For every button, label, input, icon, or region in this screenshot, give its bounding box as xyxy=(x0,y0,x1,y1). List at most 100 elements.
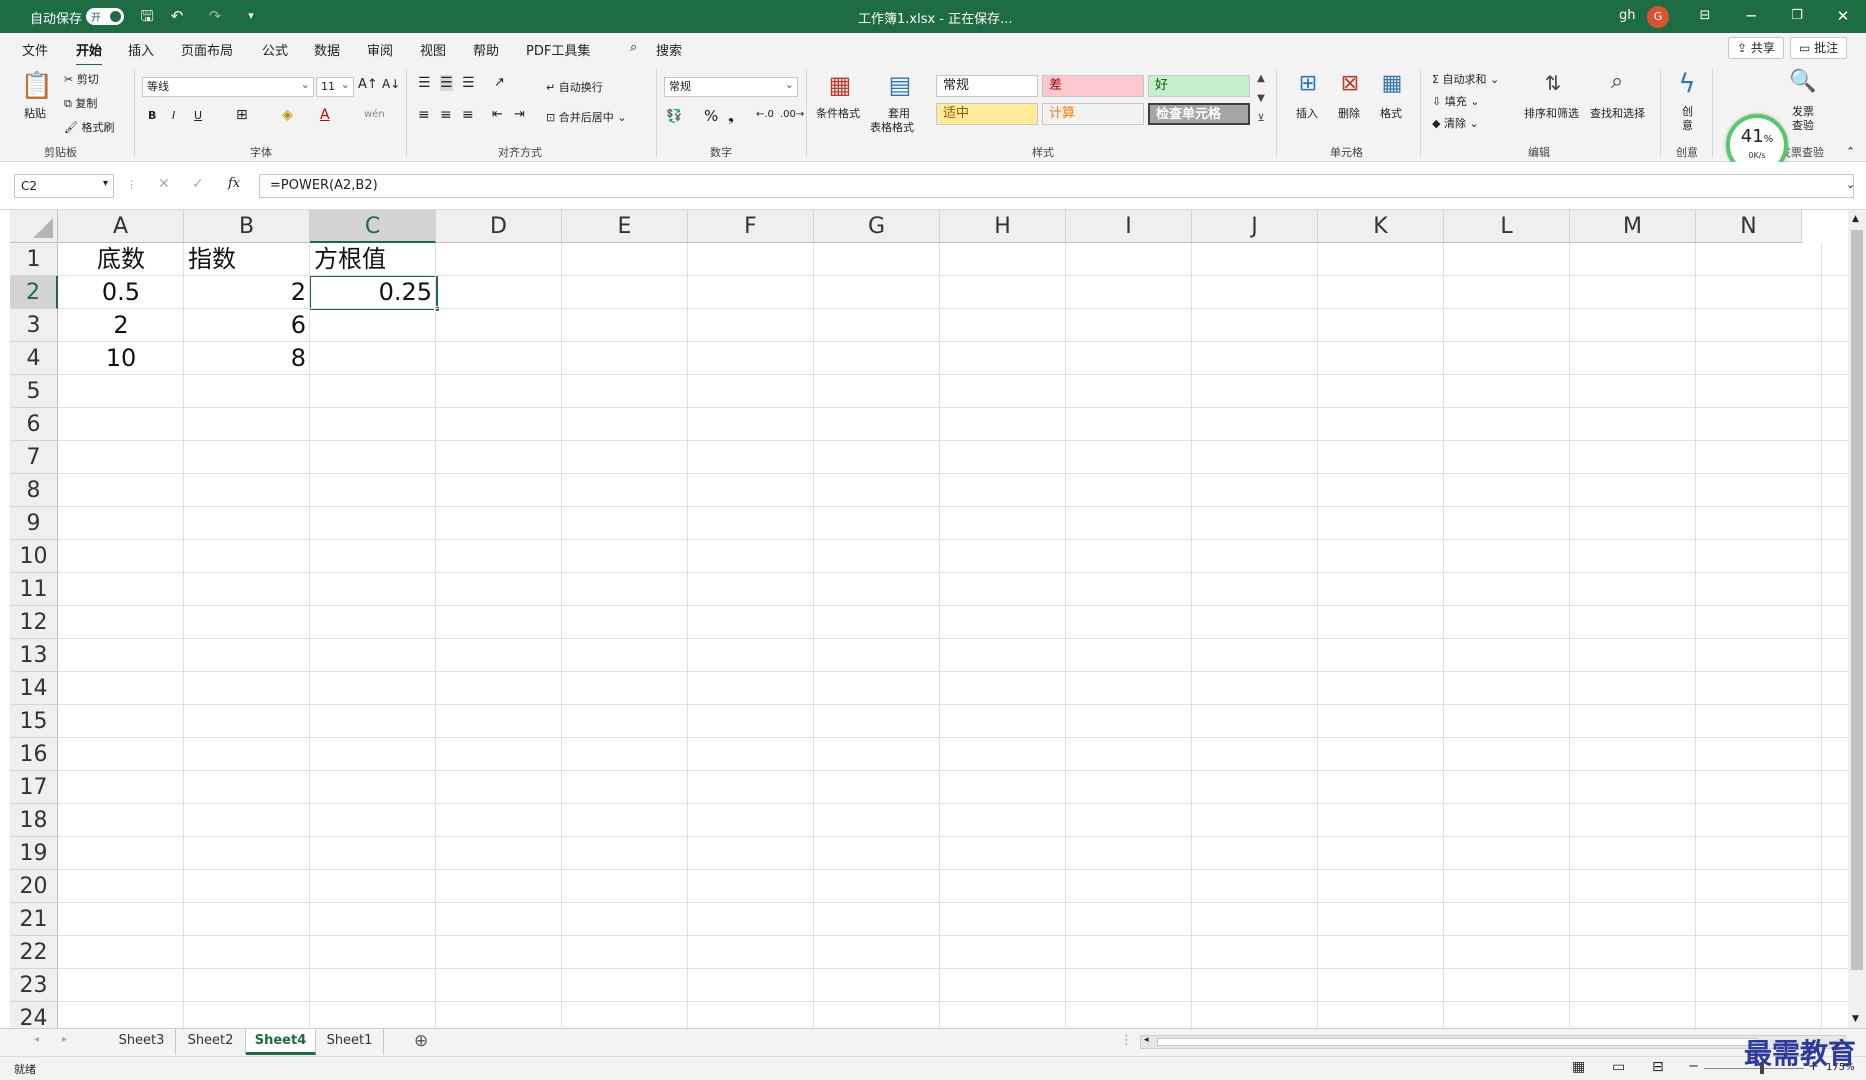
scroll-up-icon[interactable]: ▲ xyxy=(1852,214,1859,224)
autosum-button[interactable]: Σ 自动求和 ⌄ xyxy=(1432,71,1499,87)
column-header-k[interactable]: K xyxy=(1318,210,1444,243)
number-format-select[interactable]: 常规 xyxy=(664,76,798,97)
autosave-toggle[interactable]: 开 xyxy=(86,8,124,25)
underline-button[interactable]: U xyxy=(194,109,202,122)
cell-C1[interactable]: 方根值 xyxy=(310,243,436,276)
tab-pdf-tools[interactable]: PDF工具集 xyxy=(526,40,590,59)
name-box[interactable]: C2 xyxy=(14,174,114,198)
invoice-label-2[interactable]: 查验 xyxy=(1792,117,1814,133)
restore-icon[interactable]: ❐ xyxy=(1786,5,1808,27)
row-header-3[interactable]: 3 xyxy=(10,309,58,342)
cancel-icon[interactable]: ✕ xyxy=(158,176,170,192)
row-header-4[interactable]: 4 xyxy=(10,342,58,375)
sheet-tab-sheet2[interactable]: Sheet2 xyxy=(176,1029,246,1055)
sort-filter-icon[interactable]: ⇅ xyxy=(1536,71,1570,95)
column-header-m[interactable]: M xyxy=(1570,210,1696,243)
align-top-icon[interactable]: ☰ xyxy=(418,75,431,91)
page-layout-view-icon[interactable]: ▭ xyxy=(1612,1059,1625,1075)
select-all-corner[interactable] xyxy=(10,210,58,243)
row-header-8[interactable]: 8 xyxy=(10,474,58,507)
redo-icon[interactable]: ↷ xyxy=(204,5,226,27)
delete-cells-icon[interactable]: ⊠ xyxy=(1334,71,1366,96)
horizontal-scroll-thumb[interactable] xyxy=(1157,1038,1757,1046)
row-header-9[interactable]: 9 xyxy=(10,507,58,540)
row-header-14[interactable]: 14 xyxy=(10,672,58,705)
add-sheet-icon[interactable]: ⊕ xyxy=(414,1031,428,1051)
align-bottom-icon[interactable]: ☰ xyxy=(462,75,475,91)
comma-icon[interactable]: ❟ xyxy=(728,107,734,125)
row-header-15[interactable]: 15 xyxy=(10,705,58,738)
row-header-6[interactable]: 6 xyxy=(10,408,58,441)
styles-scroll-up-icon[interactable]: ▲ xyxy=(1254,73,1268,84)
styles-scroll-down-icon[interactable]: ▼ xyxy=(1254,93,1268,104)
collapse-ribbon-icon[interactable]: ⌃ xyxy=(1846,145,1855,158)
wrap-text-button[interactable]: ↵ 自动换行 xyxy=(546,79,603,95)
minimize-icon[interactable]: ─ xyxy=(1740,5,1762,27)
row-header-19[interactable]: 19 xyxy=(10,837,58,870)
row-header-7[interactable]: 7 xyxy=(10,441,58,474)
row-header-22[interactable]: 22 xyxy=(10,936,58,969)
style-neutral[interactable]: 适中 xyxy=(936,103,1038,125)
tab-file[interactable]: 文件 xyxy=(22,40,48,59)
tab-page-layout[interactable]: 页面布局 xyxy=(181,40,233,59)
comments-button[interactable]: ▭ 批注 xyxy=(1790,37,1848,59)
avatar[interactable]: G xyxy=(1647,6,1669,28)
row-header-11[interactable]: 11 xyxy=(10,573,58,606)
italic-button[interactable]: I xyxy=(172,109,175,122)
row-header-13[interactable]: 13 xyxy=(10,639,58,672)
style-good[interactable]: 好 xyxy=(1148,75,1250,97)
close-icon[interactable]: ✕ xyxy=(1832,5,1854,27)
phonetic-icon[interactable]: wén xyxy=(364,109,385,120)
align-left-icon[interactable]: ≡ xyxy=(418,107,430,123)
tab-home[interactable]: 开始 xyxy=(76,40,103,67)
format-painter-button[interactable]: 🖌 格式刷 xyxy=(64,119,114,135)
vertical-scrollbar[interactable]: ▲ ▼ xyxy=(1848,210,1866,1028)
row-header-12[interactable]: 12 xyxy=(10,606,58,639)
copy-button[interactable]: ⧉ 复制 xyxy=(64,95,97,111)
row-header-5[interactable]: 5 xyxy=(10,375,58,408)
column-header-c[interactable]: C xyxy=(310,210,436,243)
style-normal[interactable]: 常规 xyxy=(936,75,1038,97)
cell-A2[interactable]: 0.5 xyxy=(58,276,184,309)
merge-center-button[interactable]: ⊡ 合并后居中 ⌄ xyxy=(546,109,626,125)
tab-data[interactable]: 数据 xyxy=(314,40,340,59)
cell-A4[interactable]: 10 xyxy=(58,342,184,375)
search-icon[interactable]: ⌕ xyxy=(630,40,637,55)
clear-button[interactable]: ◆ 清除 ⌄ xyxy=(1432,115,1479,131)
enter-icon[interactable]: ✓ xyxy=(192,176,204,192)
share-button[interactable]: ⇪ 共享 xyxy=(1728,37,1784,59)
undo-icon[interactable]: ↶ xyxy=(166,5,188,27)
row-header-21[interactable]: 21 xyxy=(10,903,58,936)
invoice-check-icon[interactable]: 🔍 xyxy=(1786,69,1820,94)
horizontal-scrollbar[interactable]: ◂ xyxy=(1140,1035,1846,1049)
decrease-indent-icon[interactable]: ⇤ xyxy=(492,107,503,122)
tab-insert[interactable]: 插入 xyxy=(128,40,154,59)
normal-view-icon[interactable]: ▦ xyxy=(1572,1059,1585,1075)
next-sheet-icon[interactable]: ▸ xyxy=(62,1034,67,1045)
tab-split-handle[interactable]: ⋮ xyxy=(1120,1033,1133,1048)
prev-sheet-icon[interactable]: ◂ xyxy=(34,1034,39,1045)
conditional-format-icon[interactable]: ▦ xyxy=(822,71,858,99)
table-format-label-2[interactable]: 表格格式 xyxy=(870,119,914,135)
column-header-l[interactable]: L xyxy=(1444,210,1570,243)
decrease-font-icon[interactable]: A↓ xyxy=(382,77,400,91)
search-box[interactable]: 搜索 xyxy=(656,40,682,59)
name-box-dropdown-icon[interactable]: ▾ xyxy=(103,178,108,189)
fill-button[interactable]: ⇩ 填充 ⌄ xyxy=(1432,93,1479,109)
row-header-16[interactable]: 16 xyxy=(10,738,58,771)
style-calculation[interactable]: 计算 xyxy=(1042,103,1144,125)
column-header-a[interactable]: A xyxy=(58,210,184,243)
align-right-icon[interactable]: ≡ xyxy=(462,107,474,123)
cell-A3[interactable]: 2 xyxy=(58,309,184,342)
format-cells-icon[interactable]: ▦ xyxy=(1376,71,1408,96)
tab-review[interactable]: 审阅 xyxy=(367,40,393,59)
column-header-i[interactable]: I xyxy=(1066,210,1192,243)
delete-cells-label[interactable]: 删除 xyxy=(1338,105,1360,121)
row-header-10[interactable]: 10 xyxy=(10,540,58,573)
font-name-select[interactable]: 等线 xyxy=(142,76,314,97)
border-icon[interactable]: ⊞ xyxy=(236,107,248,123)
percent-icon[interactable]: % xyxy=(704,107,718,125)
scroll-down-icon[interactable]: ▼ xyxy=(1852,1014,1859,1024)
row-header-2[interactable]: 2 xyxy=(10,276,58,309)
bold-button[interactable]: B xyxy=(148,109,156,122)
